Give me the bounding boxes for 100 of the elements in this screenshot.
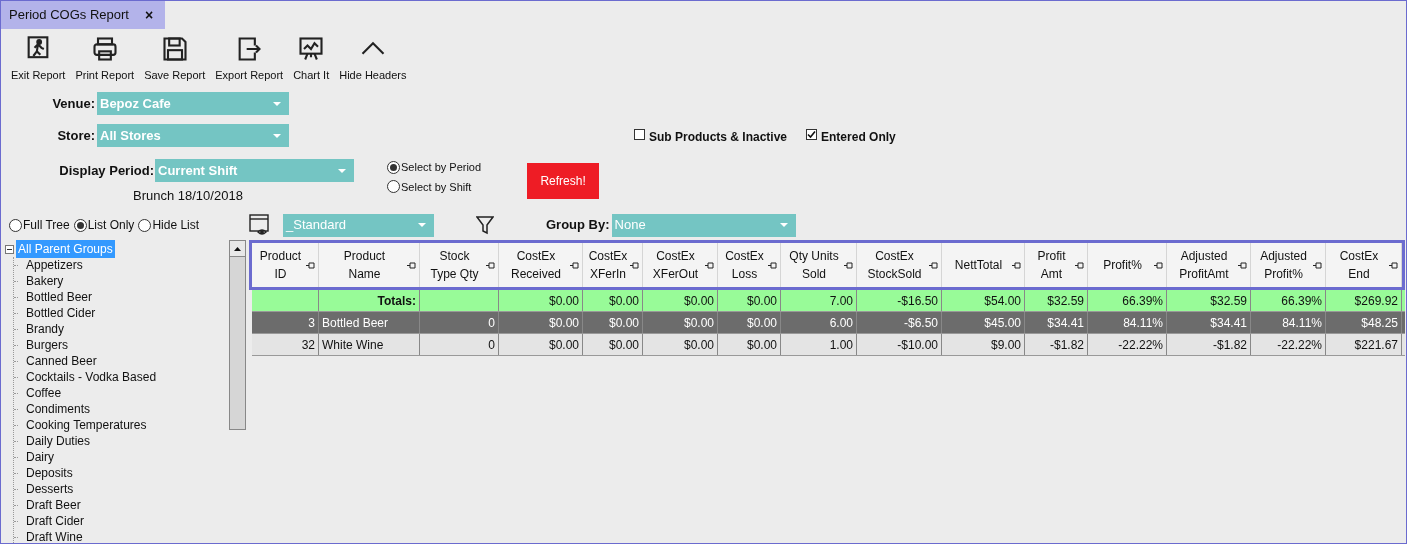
tree-item[interactable]: Draft Beer [26, 496, 81, 514]
tree-item[interactable]: Condiments [26, 400, 91, 418]
header-text: Profit Amt [1037, 248, 1066, 283]
column-header[interactable]: CostEx Received [499, 243, 583, 287]
header-text: Stock Type Qty [430, 248, 479, 283]
dropdown-caret-icon [338, 168, 346, 173]
column-header[interactable]: CostEx StockSold [857, 243, 942, 287]
scrollbar[interactable] [229, 240, 246, 430]
column-header[interactable]: NettTotal [942, 243, 1025, 287]
presentation-chart-icon [297, 35, 326, 63]
table-cell: -$16.50 [857, 290, 942, 311]
column-header[interactable]: Stock Type Qty [420, 243, 499, 287]
column-header[interactable]: CostEx Loss [718, 243, 781, 287]
checkbox-option[interactable]: Entered Only [806, 128, 896, 142]
toolbar-button[interactable]: Exit Report [6, 35, 71, 84]
pin-icon [1313, 261, 1322, 269]
tree-item[interactable]: Coffee [26, 384, 62, 402]
tree-item[interactable]: Burgers [26, 336, 69, 354]
table-cell: $34.41 [1025, 312, 1088, 333]
table-cell: $0.00 [583, 312, 643, 333]
table-cell: -$6.50 [857, 312, 942, 333]
column-header[interactable]: CostEx XFerOut [643, 243, 718, 287]
tree-item[interactable]: Bottled Cider [26, 304, 96, 322]
table-cell: White Wine [319, 334, 420, 355]
column-header[interactable]: Adjusted ProfitAmt [1167, 243, 1251, 287]
toolbar-button[interactable]: Print Report [70, 35, 140, 84]
tree-item[interactable]: Brandy [26, 320, 65, 338]
tree-item[interactable]: Daily Duties [26, 432, 91, 450]
table-row[interactable]: 32 White Wine 0 $0.00 $0.00 $0.00 $0.00 1.00 -$10.00 $9.00 -$1.82 -22.22% -$1.82 -22.22% $221.67 [252, 334, 1405, 356]
header-text: Qty Units Sold [789, 248, 839, 283]
report-tab[interactable]: Period COGs Report × [1, 1, 166, 29]
eye-window-icon[interactable] [249, 214, 271, 236]
minus-toggle-icon[interactable] [5, 244, 14, 254]
radio-option[interactable]: Select by Period [387, 159, 482, 176]
column-header[interactable]: CostEx End [1326, 243, 1402, 287]
table-row[interactable]: Totals: $0.00 $0.00 $0.00 $0.00 7.00 -$16.50 $54.00 $32.59 66.39% $32.59 66.39% $269.92 [252, 290, 1405, 312]
venue-label: Venue: [51, 94, 96, 113]
header-text: Product ID [259, 248, 302, 283]
dropdown-caret-icon [273, 133, 281, 138]
table-cell: $34.41 [1167, 312, 1251, 333]
column-header[interactable]: Qty Units Sold [781, 243, 857, 287]
table-cell: -$10.00 [857, 334, 942, 355]
column-header[interactable]: CostEx XFerIn [583, 243, 643, 287]
tree-item[interactable]: Dairy [26, 448, 54, 466]
table-cell: 66.39% [1088, 290, 1167, 311]
header-text: CostEx End [1339, 248, 1379, 283]
tree-item[interactable]: Draft Wine [26, 528, 83, 543]
tree-item[interactable]: Draft Cider [26, 512, 84, 530]
tree-item[interactable]: Appetizers [26, 256, 83, 274]
tree-item[interactable]: Cooking Temperatures [26, 416, 147, 434]
tree-item[interactable]: Deposits [26, 464, 73, 482]
table-cell: 0 [420, 334, 499, 355]
tree-item[interactable]: Desserts [26, 480, 74, 498]
column-header[interactable]: Product ID [252, 243, 319, 287]
pin-icon [768, 261, 777, 269]
table-cell: -22.22% [1251, 334, 1326, 355]
toolbar-button[interactable]: Save Report [139, 35, 211, 84]
refresh-button[interactable]: Refresh! [527, 163, 600, 199]
table-cell: $32.59 [1025, 290, 1088, 311]
pin-icon [306, 261, 315, 269]
tree-item[interactable]: Cocktails - Vodka Based [26, 368, 157, 386]
table-cell: $0.00 [718, 290, 781, 311]
column-header[interactable]: Adjusted Profit% [1251, 243, 1326, 287]
toolbar-button[interactable]: Export Report [210, 35, 289, 84]
table-cell: $54.00 [942, 290, 1025, 311]
printer-icon [90, 35, 119, 63]
table-cell: 66.39% [1251, 290, 1326, 311]
radio-option[interactable]: Select by Shift [387, 178, 482, 195]
radio-option[interactable]: Hide List [138, 216, 200, 234]
table-cell: 3 [252, 312, 319, 333]
pin-icon [407, 261, 416, 269]
dropdown-caret-icon [418, 223, 426, 227]
toolbar-button[interactable]: Chart It [288, 35, 335, 84]
table-cell: $0.00 [583, 334, 643, 355]
table-cell: $0.00 [643, 312, 718, 333]
table-cell: $0.00 [643, 334, 718, 355]
radio-option[interactable]: Full Tree [9, 216, 70, 234]
column-header[interactable]: Product Name [319, 243, 420, 287]
scroll-up-icon[interactable] [234, 246, 241, 251]
dropdown-caret-icon [273, 101, 281, 106]
tree-item[interactable]: Canned Beer [26, 352, 97, 370]
column-header[interactable]: Profit Amt [1025, 243, 1088, 287]
table-row[interactable]: 3 Bottled Beer 0 $0.00 $0.00 $0.00 $0.00 6.00 -$6.50 $45.00 $34.41 84.11% $34.41 84.11% $48.25 [252, 312, 1405, 334]
header-text: CostEx Loss [725, 248, 764, 283]
table-cell: Bottled Beer [319, 312, 420, 333]
filter-icon[interactable] [476, 215, 494, 235]
tree-item[interactable]: Bottled Beer [26, 288, 93, 306]
radio-option[interactable]: List Only [73, 216, 135, 234]
table-cell: 32 [252, 334, 319, 355]
pin-icon [570, 261, 579, 269]
toolbar-button[interactable]: Hide Headers [334, 35, 412, 84]
header-text: Adjusted Profit% [1260, 248, 1307, 283]
pin-icon [630, 261, 639, 269]
checkbox-option[interactable]: Sub Products & Inactive [634, 128, 788, 142]
table-cell: 1.00 [781, 334, 857, 355]
pin-icon [705, 261, 714, 269]
table-cell: $269.92 [1326, 290, 1402, 311]
tree-item[interactable]: Bakery [26, 272, 64, 290]
close-icon[interactable]: × [144, 4, 154, 26]
column-header[interactable]: Profit% [1088, 243, 1167, 287]
